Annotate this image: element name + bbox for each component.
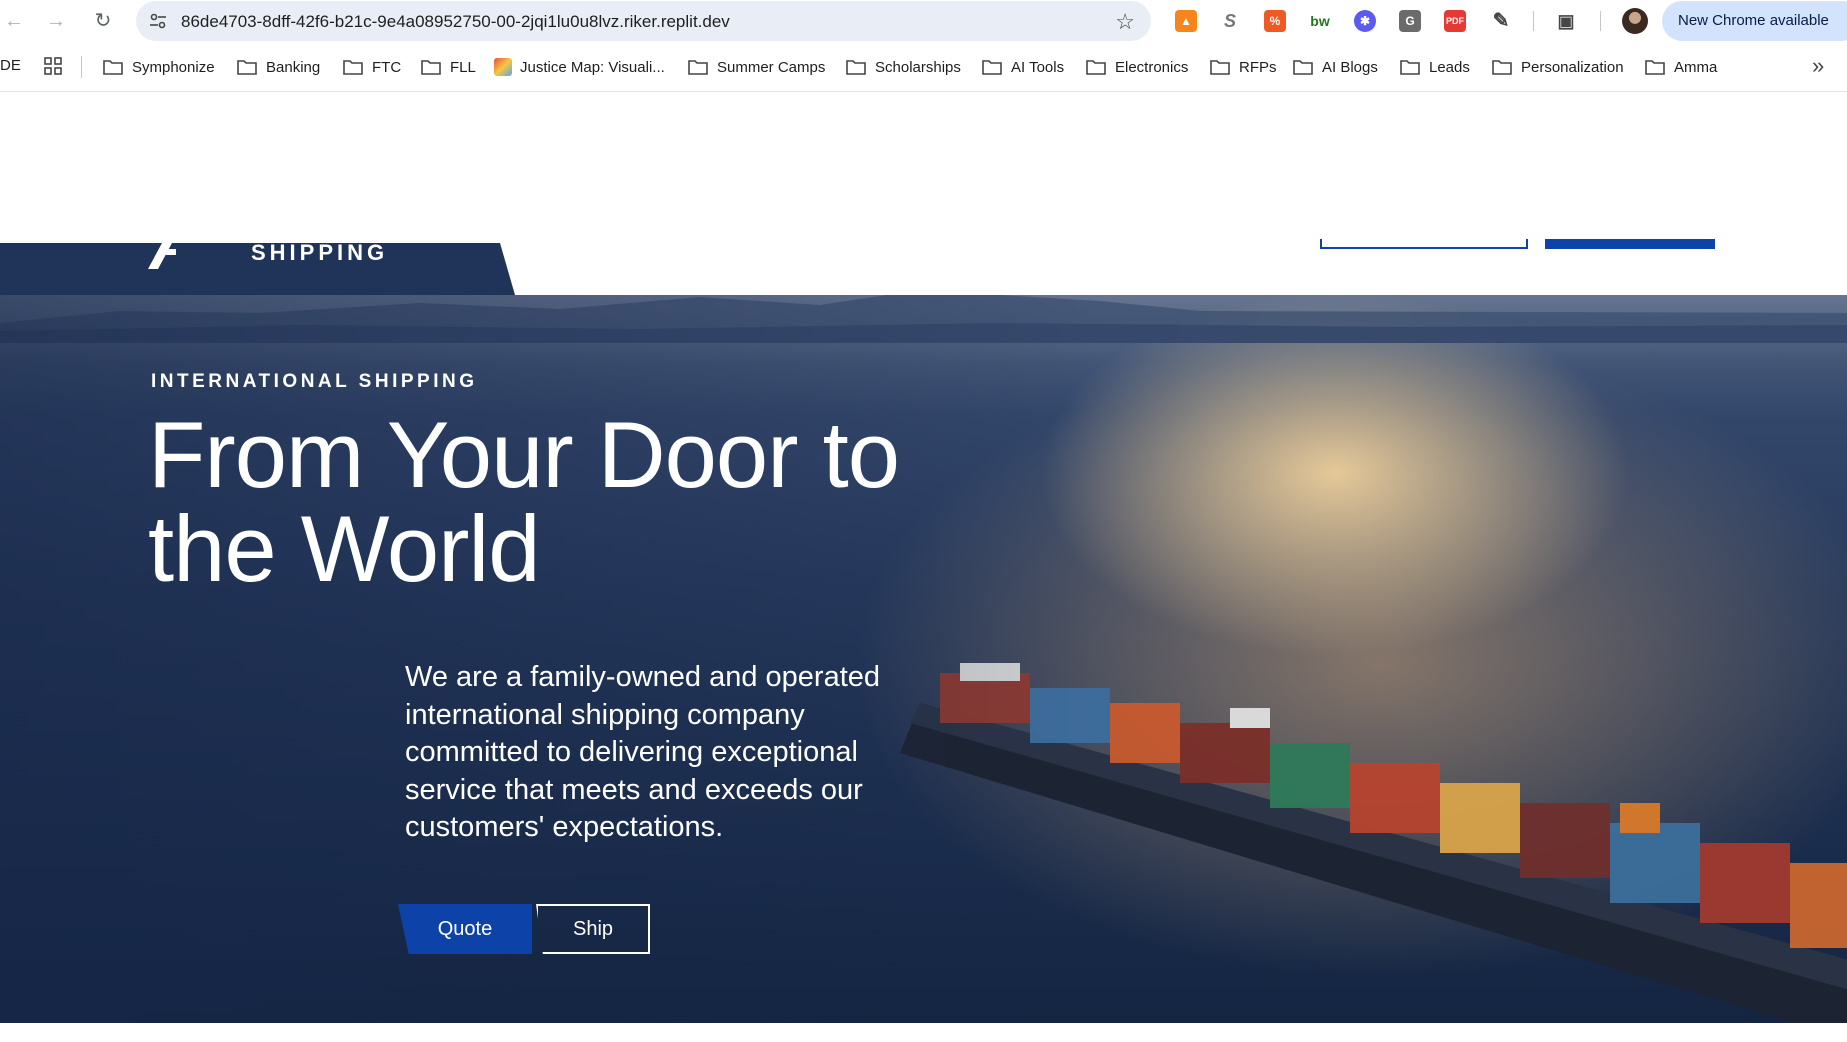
back-arrow-icon[interactable]: ← — [2, 9, 26, 33]
bookmark-label: Justice Map: Visuali... — [520, 58, 665, 76]
bookmark-symphonize[interactable]: Symphonize — [103, 55, 215, 79]
hero-eyebrow: INTERNATIONAL SHIPPING — [151, 371, 478, 392]
folder-icon — [1293, 60, 1313, 75]
hero-headline: From Your Door to the World — [148, 408, 1048, 596]
quote-button[interactable]: Quote — [398, 904, 532, 954]
s-icon[interactable]: S — [1219, 10, 1241, 32]
browser-toolbar: ← → ↻ 86de4703-8dff-42f6-b21c-9e4a089527… — [0, 0, 1847, 42]
more-bookmarks-chevron-icon[interactable]: » — [1812, 53, 1824, 79]
folder-icon — [1492, 60, 1512, 75]
next-section-edge — [0, 1023, 1070, 1042]
hero-section — [0, 243, 1847, 1023]
profile-avatar[interactable] — [1622, 8, 1648, 34]
page-viewport: SHIPPING INTERNATIONAL SHIPPING From You… — [0, 93, 1847, 1042]
snowflake-icon[interactable]: ✱ — [1354, 10, 1376, 32]
header-outline-button[interactable] — [1320, 239, 1528, 249]
bookmark-label: RFPs — [1239, 58, 1277, 76]
bookmark-fll[interactable]: FLL — [421, 55, 476, 79]
bookmark-rfps[interactable]: RFPs — [1210, 55, 1277, 79]
bw-icon[interactable]: bw — [1309, 10, 1331, 32]
reload-icon[interactable]: ↻ — [91, 9, 115, 33]
folder-icon — [1210, 60, 1230, 75]
toolbar-divider — [1600, 11, 1601, 31]
g-icon[interactable]: G — [1399, 10, 1421, 32]
folder-icon — [421, 60, 441, 75]
folder-icon — [343, 60, 363, 75]
bookmark-summer-camps[interactable]: Summer Camps — [688, 55, 825, 79]
bookmarks-bar: DE Symphonize Banking FTC FLL Justice Ma… — [0, 42, 1847, 92]
folder-icon — [982, 60, 1002, 75]
bookmark-label: Leads — [1429, 58, 1470, 76]
bookmark-amma[interactable]: Amma — [1645, 55, 1717, 79]
bookmark-truncated[interactable]: DE — [0, 57, 21, 74]
logo-mark-icon[interactable] — [148, 243, 188, 269]
bookmark-label: AI Blogs — [1322, 58, 1378, 76]
bookmark-ai-blogs[interactable]: AI Blogs — [1293, 55, 1378, 79]
site-settings-icon[interactable] — [148, 11, 168, 31]
hero-description: We are a family-owned and operated inter… — [405, 661, 881, 843]
logo-text[interactable]: SHIPPING — [251, 240, 388, 266]
apps-grid-icon[interactable] — [44, 57, 62, 75]
bookmark-star-icon[interactable]: ☆ — [1115, 9, 1135, 35]
bookmark-label: AI Tools — [1011, 58, 1065, 76]
bookmark-label: FTC — [372, 58, 402, 76]
address-bar[interactable]: 86de4703-8dff-42f6-b21c-9e4a08952750-00-… — [136, 1, 1151, 41]
folder-icon — [688, 60, 708, 75]
bookmark-label: FLL — [450, 58, 476, 76]
bookmark-label: Personalization — [1521, 58, 1624, 76]
bookmark-label: Symphonize — [132, 58, 215, 76]
ship-button[interactable]: Ship — [536, 904, 650, 954]
hero-headline-line-2: the World — [148, 496, 541, 601]
folder-icon — [846, 60, 866, 75]
forward-arrow-icon[interactable]: → — [44, 9, 68, 33]
bookmark-electronics[interactable]: Electronics — [1086, 55, 1188, 79]
bookmark-label: Electronics — [1115, 58, 1189, 76]
folder-icon — [1086, 60, 1106, 75]
bookmark-banking[interactable]: Banking — [237, 55, 320, 79]
bookmark-label: Summer Camps — [717, 58, 826, 76]
bookmark-leads[interactable]: Leads — [1400, 55, 1470, 79]
bookmark-divider — [81, 56, 82, 78]
header-solid-button[interactable] — [1545, 239, 1715, 249]
url-text[interactable]: 86de4703-8dff-42f6-b21c-9e4a08952750-00-… — [181, 12, 730, 32]
folder-icon — [1400, 60, 1420, 75]
tab-search-icon[interactable]: ▣ — [1555, 10, 1577, 32]
chrome-update-button[interactable]: New Chrome available — [1662, 1, 1847, 41]
bookmark-personalization[interactable]: Personalization — [1492, 55, 1624, 79]
bookmark-label: Scholarships — [875, 58, 961, 76]
bookmark-ai-tools[interactable]: AI Tools — [982, 55, 1064, 79]
folder-icon — [237, 60, 257, 75]
toolbar-divider — [1533, 11, 1534, 31]
map-favicon — [494, 58, 512, 76]
folder-icon — [1645, 60, 1665, 75]
bookmark-scholarships[interactable]: Scholarships — [846, 55, 961, 79]
metamask-icon[interactable]: ▲ — [1175, 10, 1197, 32]
hero-headline-line-1: From Your Door to — [148, 402, 900, 507]
percent-icon[interactable]: % — [1264, 10, 1286, 32]
bookmark-justice-map[interactable]: Justice Map: Visuali... — [494, 55, 665, 79]
pdf-icon[interactable]: PDF — [1444, 10, 1466, 32]
folder-icon — [103, 60, 123, 75]
bookmark-label: Amma — [1674, 58, 1718, 76]
puzzle-icon[interactable]: ✎ — [1490, 10, 1512, 32]
bookmark-ftc[interactable]: FTC — [343, 55, 401, 79]
bookmark-label: Banking — [266, 58, 321, 76]
